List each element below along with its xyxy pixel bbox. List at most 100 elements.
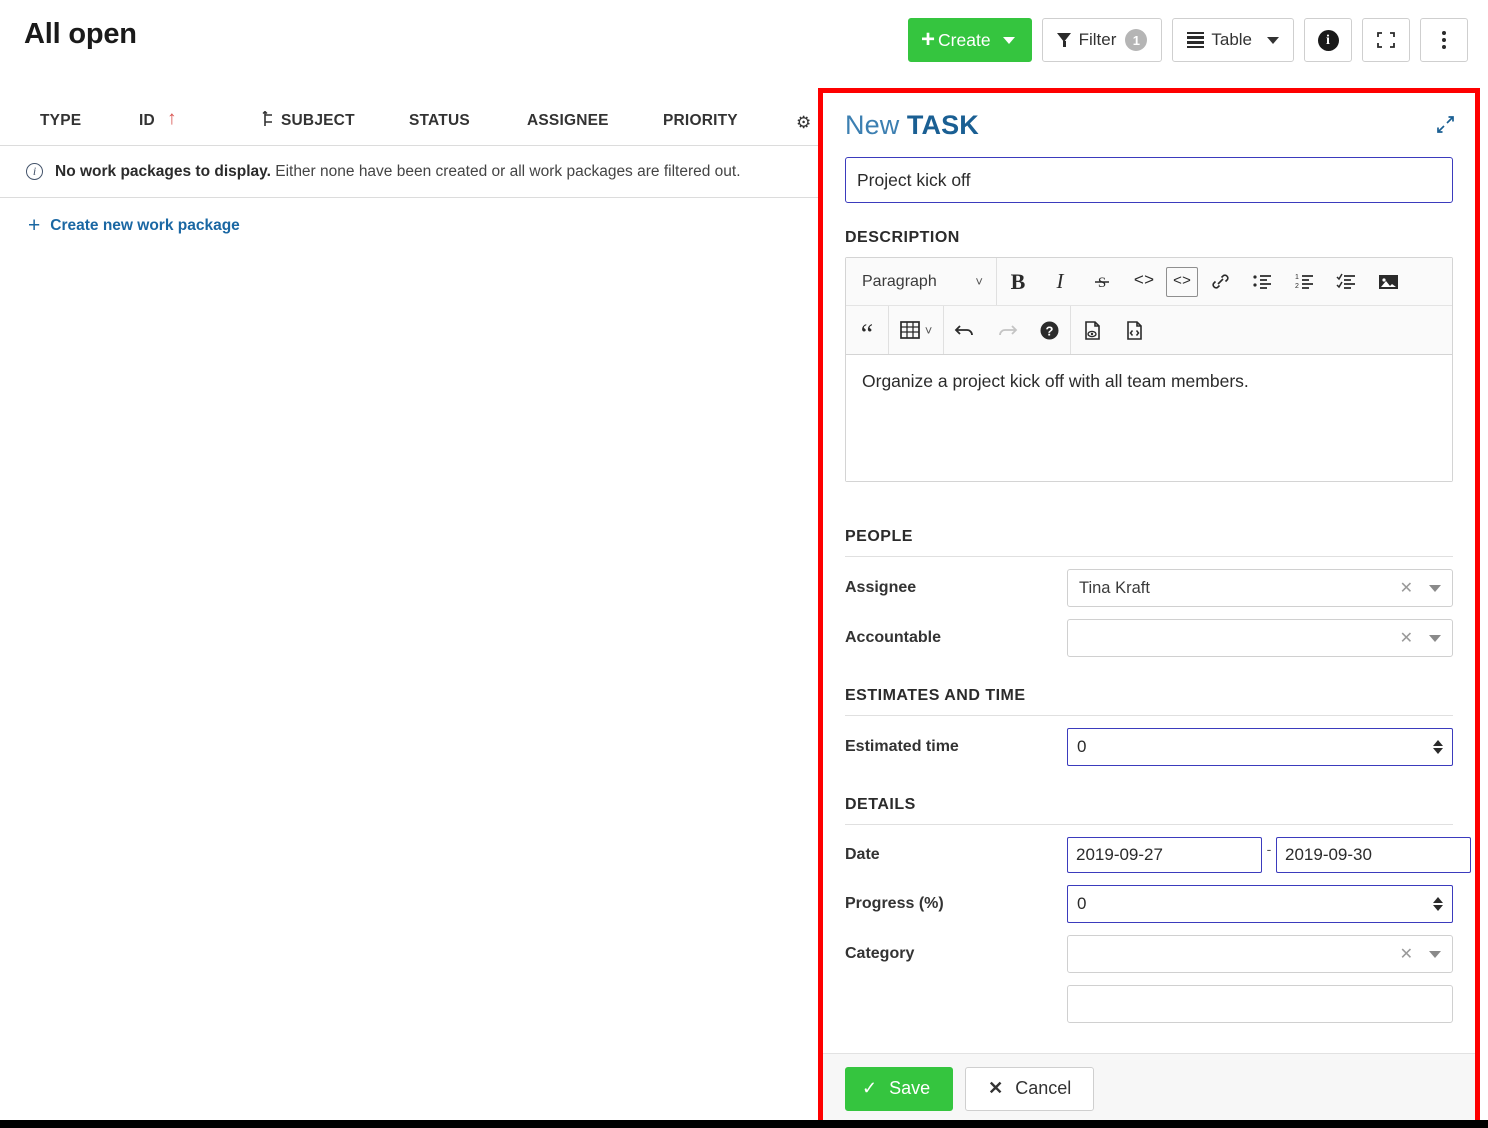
toolbar-divider [996, 258, 997, 305]
markdown-source-icon[interactable] [1114, 310, 1154, 350]
empty-state-rest: Either none have been created or all wor… [270, 162, 741, 180]
svg-text:S: S [1098, 275, 1106, 291]
details-section-heading: DETAILS [845, 796, 916, 813]
expand-diagonal-icon[interactable] [1436, 115, 1455, 134]
end-date-input[interactable]: 2019-09-30 [1276, 837, 1471, 873]
chevron-down-icon[interactable] [1429, 950, 1441, 958]
redo-icon[interactable] [987, 310, 1027, 350]
cancel-button-label: Cancel [1015, 1078, 1072, 1098]
fullscreen-icon [1376, 31, 1396, 49]
people-section-heading: PEOPLE [845, 528, 913, 545]
strikethrough-icon[interactable]: S [1082, 262, 1122, 302]
save-button[interactable]: ✓ Save [845, 1066, 954, 1111]
create-button[interactable]: + Create [908, 18, 1032, 62]
chevron-down-icon[interactable] [1429, 634, 1441, 642]
assignee-value: Tina Kraft [1079, 578, 1150, 597]
next-field-row-partial [845, 985, 1453, 1023]
inline-code-icon[interactable]: <> [1124, 262, 1164, 302]
fullscreen-button[interactable] [1362, 18, 1410, 62]
table-view-button[interactable]: Table [1172, 18, 1294, 62]
save-button-label: Save [889, 1078, 931, 1098]
gear-icon[interactable]: ⚙ [796, 113, 811, 133]
column-header-id[interactable]: ID [139, 112, 155, 130]
cancel-button[interactable]: ✕ Cancel [965, 1066, 1095, 1111]
date-label: Date [845, 846, 880, 863]
estimated-time-label: Estimated time [845, 738, 959, 755]
description-body[interactable]: Organize a project kick off with all tea… [846, 355, 1452, 481]
chevron-down-icon: ˅ [924, 322, 933, 338]
progress-label: Progress (%) [845, 895, 944, 912]
clear-icon[interactable]: ✕ [1400, 578, 1413, 598]
filter-button-label: Filter [1078, 30, 1117, 49]
clear-icon[interactable]: ✕ [1400, 628, 1413, 648]
next-field-select[interactable] [1067, 985, 1453, 1023]
undo-icon[interactable] [945, 310, 985, 350]
code-block-icon[interactable]: <> [1166, 266, 1198, 297]
panel-title-prefix: New [845, 110, 907, 140]
editor-toolbar-row-2: “ ˅ ? [846, 306, 1452, 354]
chevron-down-icon[interactable] [1429, 584, 1441, 592]
insert-table-icon[interactable]: ˅ [890, 310, 942, 350]
estimated-time-value: 0 [1077, 737, 1087, 756]
column-header-status[interactable]: STATUS [409, 112, 470, 130]
progress-input[interactable]: 0 [1067, 885, 1453, 923]
column-header-priority[interactable]: PRIORITY [663, 112, 738, 130]
column-header-assignee[interactable]: ASSIGNEE [527, 112, 609, 130]
empty-state-row: i No work packages to display. Either no… [0, 146, 818, 198]
close-icon: ✕ [988, 1078, 1004, 1098]
category-select[interactable]: ✕ [1067, 935, 1453, 973]
stepper-icon[interactable] [1433, 740, 1443, 754]
sort-ascending-icon: ↑ [167, 108, 177, 129]
category-label: Category [845, 945, 915, 962]
column-header-subject[interactable]: SUBJECT [281, 112, 355, 130]
stepper-icon[interactable] [1433, 897, 1443, 911]
panel-title: New TASK [845, 110, 1453, 141]
italic-icon[interactable]: I [1040, 262, 1080, 302]
kebab-menu-icon [1442, 28, 1446, 52]
more-menu-button[interactable] [1420, 18, 1468, 62]
new-task-panel-highlight: New TASK DESCRIPTION Paragraph ˅ [818, 88, 1480, 1128]
create-new-work-package-label: Create new work package [50, 216, 240, 234]
chevron-down-icon [1267, 36, 1279, 44]
section-divider [845, 715, 1453, 716]
start-date-input[interactable]: 2019-09-27 [1067, 837, 1262, 873]
insert-image-icon[interactable] [1368, 262, 1408, 302]
estimated-time-row: Estimated time 0 [845, 728, 1453, 766]
clear-icon[interactable]: ✕ [1400, 944, 1413, 964]
accountable-select[interactable]: ✕ [1067, 619, 1453, 657]
app-window: All open TYPE ID ↑ SUBJECT STATUS ASSIGN… [0, 0, 1488, 1128]
progress-row: Progress (%) 0 [845, 885, 1453, 923]
section-divider [845, 824, 1453, 825]
link-icon[interactable] [1200, 262, 1240, 302]
paragraph-format-value: Paragraph [862, 272, 937, 290]
create-new-work-package-link[interactable]: + Create new work package [28, 215, 240, 236]
help-icon[interactable]: ? [1029, 310, 1069, 350]
assignee-select[interactable]: Tina Kraft ✕ [1067, 569, 1453, 607]
bold-icon[interactable]: B [998, 262, 1038, 302]
new-task-panel: New TASK DESCRIPTION Paragraph ˅ [823, 93, 1475, 1123]
filter-count-badge: 1 [1125, 29, 1148, 51]
info-button[interactable]: i [1304, 18, 1352, 62]
estimated-time-input[interactable]: 0 [1067, 728, 1453, 766]
hierarchy-icon[interactable] [262, 111, 275, 128]
column-header-type[interactable]: TYPE [40, 112, 81, 130]
block-quote-icon[interactable]: “ [847, 310, 887, 350]
preview-document-icon[interactable] [1072, 310, 1112, 350]
filter-icon [1056, 33, 1072, 47]
accountable-label: Accountable [845, 629, 942, 646]
panel-title-type: TASK [906, 110, 979, 140]
todo-list-icon[interactable] [1326, 262, 1366, 302]
numbered-list-icon[interactable]: 1 2 [1284, 262, 1324, 302]
plus-icon: + [921, 26, 936, 53]
toolbar-divider [1070, 306, 1071, 354]
paragraph-format-select[interactable]: Paragraph ˅ [846, 258, 996, 305]
editor-toolbar-row-1: Paragraph ˅ B I S <> <> 1 2 [846, 258, 1452, 306]
page-title: All open [24, 18, 137, 50]
subject-input[interactable] [845, 157, 1453, 203]
accountable-row: Accountable ✕ [845, 619, 1453, 657]
toolbar-divider [888, 306, 889, 354]
filter-button[interactable]: Filter 1 [1041, 18, 1163, 62]
panel-footer: ✓ Save ✕ Cancel [823, 1053, 1475, 1123]
bulleted-list-icon[interactable] [1242, 262, 1282, 302]
create-button-label: Create [938, 29, 991, 50]
